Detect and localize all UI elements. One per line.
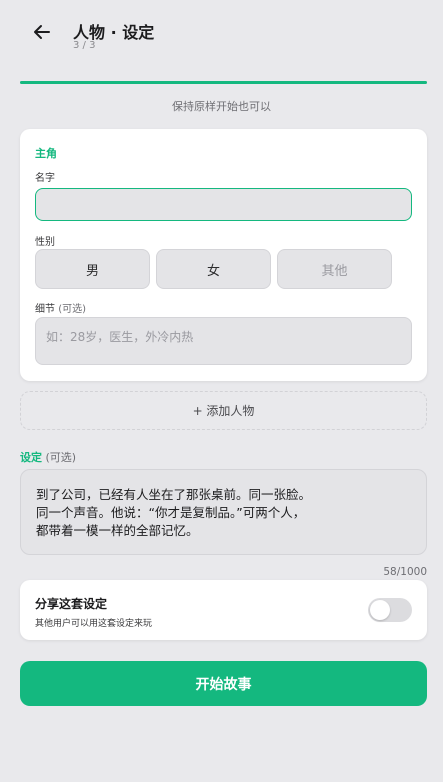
add-person-button[interactable]: + 添加人物: [20, 391, 427, 430]
setting-optional-tag: (可选): [45, 451, 77, 464]
character-counter: 58/1000: [383, 566, 427, 578]
setting-label-text: 设定: [20, 451, 42, 464]
share-subtitle: 其他用户可以用这套设定来玩: [35, 619, 153, 629]
start-story-button[interactable]: 开始故事: [20, 661, 427, 706]
share-toggle[interactable]: [368, 598, 412, 622]
setting-label: 设定 (可选): [20, 449, 76, 465]
share-setting-card: 分享这套设定 其他用户可以用这套设定来玩: [20, 580, 427, 640]
role-label: 主角: [35, 147, 57, 160]
step-indicator: 3 / 3: [73, 40, 96, 51]
detail-label-text: 细节: [35, 304, 55, 315]
gender-female-button[interactable]: 女: [156, 249, 271, 289]
name-label: 名字: [35, 173, 55, 184]
share-title: 分享这套设定: [35, 597, 108, 611]
gender-male-button[interactable]: 男: [35, 249, 150, 289]
hint-text: 保持原样开始也可以: [172, 100, 271, 113]
toggle-knob: [370, 600, 390, 620]
name-input[interactable]: [35, 188, 412, 221]
gender-other-button[interactable]: 其他: [277, 249, 392, 289]
top-bar: 人物 · 设定 3 / 3: [0, 0, 443, 70]
arrow-left-icon: [34, 25, 50, 39]
detail-input[interactable]: 如：28岁，医生，外冷内热: [35, 317, 412, 365]
setting-textarea[interactable]: 到了公司，已经有人坐在了那张桌前。同一张脸。 同一个声音。他说：“你才是复制品。…: [20, 469, 427, 555]
gender-selector: 男 女 其他: [35, 249, 412, 289]
gender-label: 性别: [35, 237, 55, 248]
character-card: 主角 名字 性别 男 女 其他 细节 (可选) 如：28岁，医生，外冷内热: [20, 129, 427, 381]
back-button[interactable]: [30, 20, 54, 44]
progress-fill: [20, 81, 427, 84]
detail-optional-tag: (可选): [58, 304, 86, 315]
detail-label: 细节 (可选): [35, 300, 86, 315]
progress-bar: [20, 81, 427, 84]
